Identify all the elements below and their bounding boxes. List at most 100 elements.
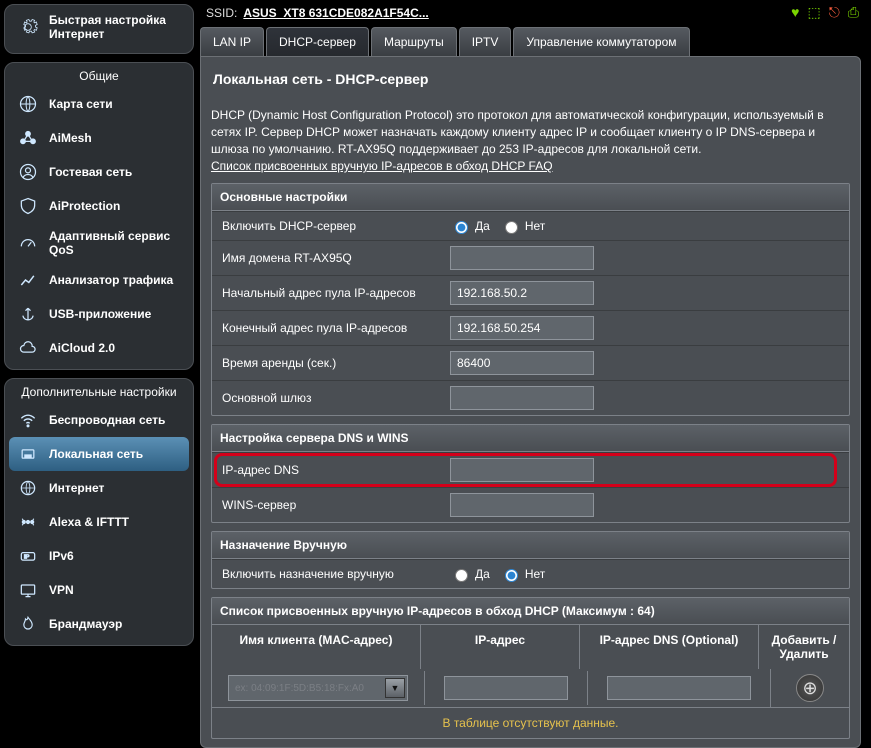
sidebar-item-guest[interactable]: Гостевая сеть	[9, 155, 189, 189]
tab-dhcp[interactable]: DHCP-сервер	[266, 27, 369, 56]
basic-group: Основные настройки Включить DHCP-сервер …	[211, 183, 850, 416]
advanced-title: Дополнительные настройки	[9, 383, 189, 403]
dns-group: Настройка сервера DNS и WINS IP-адрес DN…	[211, 424, 850, 523]
status-usb-icon[interactable]: ⎋	[829, 4, 840, 21]
gauge-icon	[15, 232, 41, 254]
sidebar-item-firewall[interactable]: Брандмауэр	[9, 607, 189, 641]
ssid-value[interactable]: ASUS_XT8 631CDE082A1F54C...	[243, 6, 428, 20]
sidebar-item-wan[interactable]: Интернет	[9, 471, 189, 505]
sidebar-item-label: Брандмауэр	[49, 617, 122, 631]
add-button[interactable]: ⊕	[796, 674, 824, 702]
client-select-placeholder: ex: 04:09:1F:5D:B5:18:Fx:A0	[235, 683, 364, 694]
tab-iptv[interactable]: IPTV	[459, 27, 512, 56]
svg-text:IP: IP	[24, 555, 30, 561]
sidebar-item-network-map[interactable]: Карта сети	[9, 87, 189, 121]
manual-ip-input[interactable]	[444, 676, 568, 700]
globe-icon	[15, 93, 41, 115]
tab-lan-ip[interactable]: LAN IP	[200, 27, 264, 56]
status-lan-icon[interactable]: ⬚	[807, 4, 820, 21]
chart-icon	[15, 269, 41, 291]
sidebar-item-vpn[interactable]: VPN	[9, 573, 189, 607]
general-title: Общие	[9, 67, 189, 87]
status-wifi-icon[interactable]: ♥	[791, 4, 799, 21]
wins-input[interactable]	[450, 493, 594, 517]
pool-end-input[interactable]	[450, 316, 594, 340]
sidebar-item-usb[interactable]: USB-приложение	[9, 297, 189, 331]
lan-icon	[15, 443, 41, 465]
mesh-icon	[15, 127, 41, 149]
plus-icon: ⊕	[802, 678, 817, 699]
sidebar-item-lan[interactable]: Локальная сеть	[9, 437, 189, 471]
tab-routes[interactable]: Маршруты	[371, 27, 457, 56]
page-title: Локальная сеть - DHCP-сервер	[211, 67, 850, 91]
manual-list-input-row: ex: 04:09:1F:5D:B5:18:Fx:A0 ▼ ⊕	[212, 669, 849, 707]
general-box: Общие Карта сети AiMesh Гостевая сеть Ai…	[4, 62, 194, 370]
manual-list-title: Список присвоенных вручную IP-адресов в …	[212, 598, 849, 625]
status-client-icon[interactable]: ⎙	[848, 4, 859, 21]
sidebar-item-quick-setup[interactable]: Быстрая настройкаИнтернет	[9, 9, 189, 49]
domain-input[interactable]	[450, 246, 594, 270]
manual-dns-input[interactable]	[607, 676, 751, 700]
client-select[interactable]: ex: 04:09:1F:5D:B5:18:Fx:A0 ▼	[228, 675, 408, 701]
sidebar-item-ipv6[interactable]: IP IPv6	[9, 539, 189, 573]
sidebar-item-label: Беспроводная сеть	[49, 413, 165, 427]
faq-link[interactable]: Список присвоенных вручную IP-адресов в …	[211, 159, 553, 173]
enable-dhcp-yes-radio[interactable]	[455, 221, 468, 234]
sidebar-item-label: Интернет	[49, 481, 104, 495]
col-client: Имя клиента (MAC-адрес)	[212, 625, 420, 669]
sidebar-item-label: Локальная сеть	[49, 447, 143, 461]
pool-start-input[interactable]	[450, 281, 594, 305]
status-icons: ♥ ⬚ ⎋ ⎙	[791, 4, 859, 21]
gateway-input[interactable]	[450, 386, 594, 410]
sidebar-item-aiprotection[interactable]: AiProtection	[9, 189, 189, 223]
dns-ip-label: IP-адрес DNS	[212, 456, 442, 484]
sidebar-item-aimesh[interactable]: AiMesh	[9, 121, 189, 155]
manual-yes[interactable]: Да	[450, 566, 490, 582]
globe-icon	[15, 477, 41, 499]
sidebar-item-label: IPv6	[49, 549, 74, 563]
wifi-icon	[15, 409, 41, 431]
sidebar-item-qos[interactable]: Адаптивный сервис QoS	[9, 223, 189, 263]
empty-message: В таблице отсутствуют данные.	[212, 707, 849, 738]
manual-yes-radio[interactable]	[455, 569, 468, 582]
wins-label: WINS-сервер	[212, 491, 442, 519]
monitor-icon	[15, 579, 41, 601]
ip-icon: IP	[15, 545, 41, 567]
pool-end-label: Конечный адрес пула IP-адресов	[212, 314, 442, 342]
col-dns: IP-адрес DNS (Optional)	[579, 625, 758, 669]
enable-dhcp-yes[interactable]: Да	[450, 218, 490, 234]
sidebar-item-alexa[interactable]: Alexa & IFTTT	[9, 505, 189, 539]
guest-icon	[15, 161, 41, 183]
gateway-label: Основной шлюз	[212, 384, 442, 412]
enable-dhcp-no[interactable]: Нет	[500, 218, 545, 234]
sidebar-item-label: Адаптивный сервис QoS	[49, 229, 183, 257]
tab-bar: LAN IP DHCP-сервер Маршруты IPTV Управле…	[200, 27, 861, 56]
col-ip: IP-адрес	[420, 625, 579, 669]
sidebar-item-label: AiCloud 2.0	[49, 341, 115, 355]
panel: Локальная сеть - DHCP-сервер DHCP (Dynam…	[200, 56, 861, 748]
sidebar-item-label: Карта сети	[49, 97, 113, 111]
manual-no[interactable]: Нет	[500, 566, 545, 582]
sidebar-item-label: Гостевая сеть	[49, 165, 132, 179]
sidebar-item-label: AiProtection	[49, 199, 120, 213]
lease-input[interactable]	[450, 351, 594, 375]
description-text: DHCP (Dynamic Host Configuration Protoco…	[211, 108, 824, 156]
tab-switch[interactable]: Управление коммутатором	[513, 27, 689, 56]
chevron-down-icon[interactable]: ▼	[385, 678, 405, 698]
manual-no-radio[interactable]	[505, 569, 518, 582]
sidebar-item-label: VPN	[49, 583, 74, 597]
enable-dhcp-no-radio[interactable]	[505, 221, 518, 234]
domain-label: Имя домена RT-AX95Q	[212, 244, 442, 272]
pool-start-label: Начальный адрес пула IP-адресов	[212, 279, 442, 307]
sidebar-item-aicloud[interactable]: AiCloud 2.0	[9, 331, 189, 365]
sidebar-item-wireless[interactable]: Беспроводная сеть	[9, 403, 189, 437]
shield-icon	[15, 195, 41, 217]
dns-ip-input[interactable]	[450, 458, 594, 482]
advanced-box: Дополнительные настройки Беспроводная се…	[4, 378, 194, 646]
col-add: Добавить / Удалить	[758, 625, 849, 669]
gear-icon	[15, 16, 41, 38]
manual-list-header: Имя клиента (MAC-адрес) IP-адрес IP-адре…	[212, 625, 849, 669]
ssid-bar: SSID: ASUS_XT8 631CDE082A1F54C... ♥ ⬚ ⎋ …	[200, 2, 861, 27]
dns-title: Настройка сервера DNS и WINS	[212, 425, 849, 452]
sidebar-item-traffic[interactable]: Анализатор трафика	[9, 263, 189, 297]
